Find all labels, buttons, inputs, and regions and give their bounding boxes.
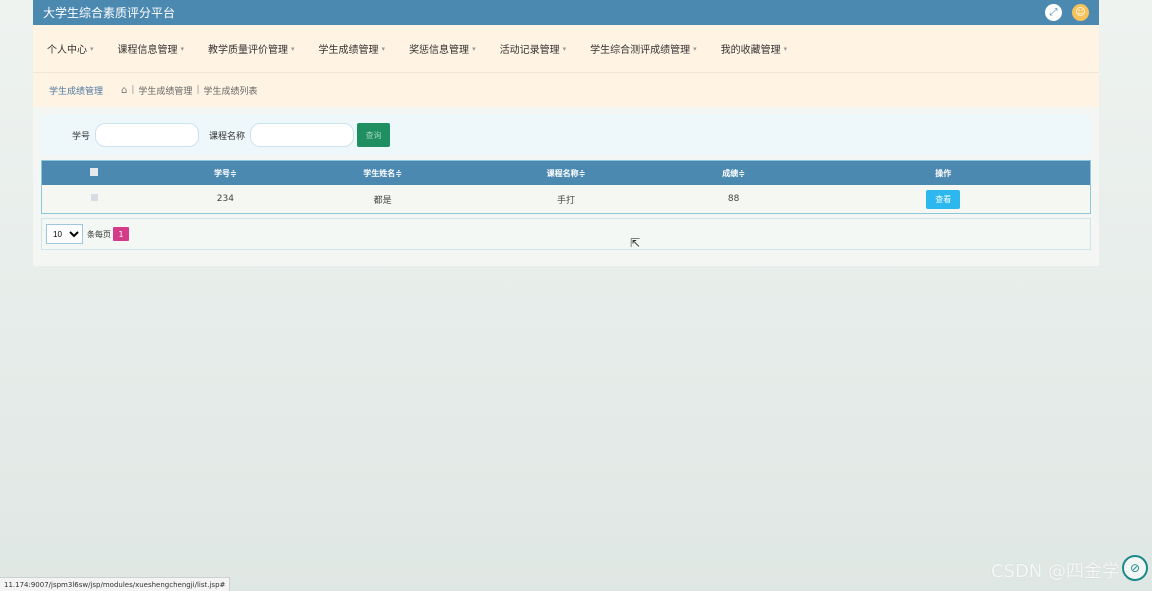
nav-item-comprehensive-scores[interactable]: 学生综合测评成绩管理 ▾ [590,41,697,57]
chevron-down-icon: ▾ [180,44,185,53]
nav-item-label: 个人中心 [47,45,87,56]
nav-item-label: 活动记录管理 [499,45,560,56]
cell-student-name: 都是 [373,195,392,206]
per-page-label: 条每页 [87,229,111,239]
user-avatar-icon[interactable]: ☺ [1072,4,1089,21]
nav-item-label: 我的收藏管理 [720,45,781,56]
course-name-input[interactable] [250,123,355,147]
column-header-student-name[interactable]: 学生姓名≑ [304,161,461,185]
watermark: CSDN @四金学长 [990,561,1138,582]
nav-item-label: 学生综合测评成绩管理 [590,45,691,56]
search-panel: 学号 课程名称 查询 [41,115,1091,155]
main-nav: 个人中心 ▾ 课程信息管理 ▾ 教学质量评价管理 ▾ 学生成绩管理 ▾ 奖惩信息… [33,25,1099,73]
column-header-actions: 操作 [935,168,952,178]
student-id-input[interactable] [95,123,200,147]
clock-icon: ⊘ [1122,555,1148,581]
chevron-down-icon: ▾ [693,44,697,53]
chevron-down-icon: ▾ [472,44,476,53]
table-row: 234 都是 手打 88 查看 [42,185,1090,213]
page-title: 学生成绩管理 [49,86,104,97]
cell-actions: 查看 [797,185,1090,213]
topbar-actions: ⤢ ☺ [1045,4,1089,21]
mouse-cursor-icon: ⇱ [630,236,641,250]
grades-table: 学号≑ 学生姓名≑ 课程名称≑ 成绩≑ 操作 234 都是 手打 88 查看 [41,160,1091,214]
nav-item-course-info[interactable]: 课程信息管理 ▾ [117,41,185,57]
nav-item-label: 教学质量评价管理 [208,45,289,56]
column-header-course-name[interactable]: 课程名称≑ [461,161,671,185]
nav-item-teaching-evaluation[interactable]: 教学质量评价管理 ▾ [208,41,295,57]
table-header-row: 学号≑ 学生姓名≑ 课程名称≑ 成绩≑ 操作 [42,161,1090,185]
nav-item-student-grades[interactable]: 学生成绩管理 ▾ [318,41,386,57]
row-checkbox[interactable] [90,194,98,201]
browser-status-bar: 11.174:9007/jspm3l6sw/jsp/modules/xueshe… [0,577,231,591]
cell-score: 88 [727,194,740,204]
page-size-select[interactable]: 10 [46,224,83,244]
breadcrumb-path: ⌂ | 学生成绩管理 | 学生成绩列表 [121,84,257,97]
course-name-label: 课程名称 [209,131,246,142]
column-header-student-id[interactable]: 学号≑ [147,161,304,185]
student-id-label: 学号 [72,131,91,142]
chevron-down-icon: ▾ [562,44,567,53]
view-button[interactable]: 查看 [926,189,961,209]
breadcrumb: 学生成绩管理 ⌂ | 学生成绩管理 | 学生成绩列表 [33,73,1099,107]
app-window: 大学生综合素质评分平台 ⤢ ☺ 个人中心 ▾ 课程信息管理 ▾ 教学质量评价管理… [33,0,1099,266]
chevron-down-icon: ▾ [783,44,788,53]
pagination: 10 条每页 1 [41,218,1091,250]
nav-item-label: 奖惩信息管理 [409,45,470,56]
select-all-header[interactable] [42,161,147,185]
page-number-current[interactable]: 1 [113,227,129,241]
row-select-cell[interactable] [42,185,147,213]
select-all-checkbox[interactable] [90,168,99,176]
nav-item-label: 学生成绩管理 [318,45,379,56]
cell-student-id: 234 [216,194,234,204]
breadcrumb-item-grade-list: 学生成绩列表 [203,86,258,97]
breadcrumb-item-grades[interactable]: 学生成绩管理 [138,84,192,97]
chevron-down-icon: ▾ [381,44,386,53]
column-header-score[interactable]: 成绩≑ [671,161,797,185]
nav-item-activity-records[interactable]: 活动记录管理 ▾ [499,41,567,57]
cell-course-name: 手打 [556,195,575,206]
nav-item-rewards-punishments[interactable]: 奖惩信息管理 ▾ [409,41,476,57]
home-icon[interactable]: ⌂ [121,85,127,96]
top-bar: 大学生综合素质评分平台 ⤢ ☺ [33,0,1099,25]
chevron-down-icon: ▾ [291,44,295,53]
app-title: 大学生综合素质评分平台 [43,6,176,20]
breadcrumb-separator: | [131,85,135,95]
breadcrumb-separator: | [196,85,200,95]
fullscreen-icon[interactable]: ⤢ [1045,4,1062,21]
nav-item-personal-center[interactable]: 个人中心 ▾ [47,41,94,57]
search-button[interactable]: 查询 [357,123,391,147]
chevron-down-icon: ▾ [90,44,94,53]
nav-item-label: 课程信息管理 [117,45,178,56]
nav-item-favorites[interactable]: 我的收藏管理 ▾ [720,41,788,57]
